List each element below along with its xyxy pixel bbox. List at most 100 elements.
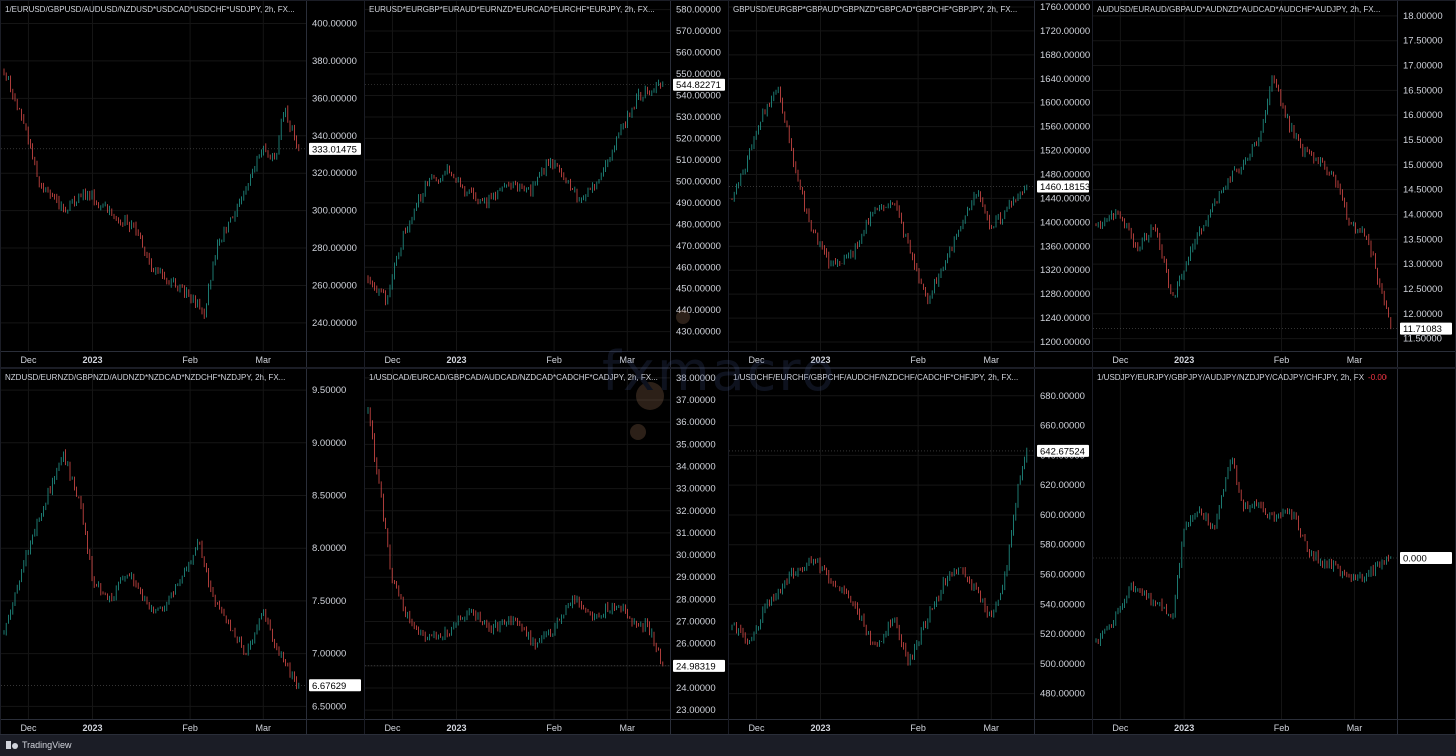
chart-change: -0.000 (−1.37%): [1368, 373, 1387, 382]
y-tick-label: 520.00000: [676, 133, 721, 144]
y-tick-label: 240.00000: [312, 318, 357, 329]
price-label: 6.67629: [312, 681, 346, 692]
y-tick-label: 33.00000: [676, 484, 716, 495]
y-tick-label: 29.00000: [676, 572, 716, 583]
y-tick-label: 7.00000: [312, 649, 346, 660]
y-tick-label: 1520.00000: [1040, 146, 1090, 157]
x-tick-label: Mar: [1347, 723, 1363, 733]
footer: TradingView: [0, 734, 1456, 756]
y-tick-label: 500.00000: [1040, 659, 1085, 670]
y-tick-label: 510.00000: [676, 155, 721, 166]
y-tick-label: 400.00000: [312, 18, 357, 29]
y-tick-label: 450.00000: [676, 284, 721, 295]
x-tick-label: 2023: [1174, 723, 1194, 733]
y-tick-label: 23.00000: [676, 705, 716, 716]
y-tick-label: 580.00000: [1040, 540, 1085, 551]
chart-panel-8[interactable]: 0.000 Dec 2023 Feb Mar 1/USDJPY/EURJPY/GBPJPY…: [1093, 369, 1455, 735]
price-label: 642.67524: [1040, 446, 1085, 457]
y-tick-label: 320.00000: [312, 168, 357, 179]
chart-panel-6[interactable]: 23.0000024.0000025.0000026.0000027.00000…: [365, 369, 728, 735]
x-tick-label: 2023: [82, 355, 102, 365]
y-tick-label: 28.00000: [676, 594, 716, 605]
y-tick-label: 26.00000: [676, 639, 716, 650]
tradingview-brand: TradingView: [22, 740, 72, 750]
chart-title-text: AUDUSD/EURAUD/GBPAUD*AUDNZD*AUDCAD*AUDCH…: [1097, 5, 1381, 14]
chart-svg: 0.000 Dec 2023 Feb Mar: [1093, 369, 1455, 735]
x-tick-label: Feb: [182, 355, 198, 365]
y-tick-label: 17.50000: [1403, 36, 1443, 47]
y-tick-label: 16.00000: [1403, 110, 1443, 121]
tradingview-logo[interactable]: TradingView: [6, 740, 72, 750]
chart-title: AUDUSD/EURAUD/GBPAUD*AUDNZD*AUDCAD*AUDCH…: [1097, 5, 1380, 14]
y-tick-label: 8.00000: [312, 543, 346, 554]
x-tick-label: Feb: [1274, 355, 1290, 365]
chart-panel-1[interactable]: 240.00000 260.00000 280.00000 300.00000 320.…: [1, 1, 364, 367]
y-tick-label: 660.00000: [1040, 421, 1085, 432]
y-tick-label: 6.50000: [312, 701, 346, 712]
chart-svg: 11.50000 12.00000 12.50000 13.00000 13.50000…: [1093, 1, 1455, 367]
chart-title-text: 1/USDJPY/EURJPY/GBPJPY/AUDJPY/NZDJPY/CAD…: [1097, 373, 1365, 382]
y-tick-label: 15.00000: [1403, 160, 1443, 171]
y-tick-label: 1480.00000: [1040, 170, 1090, 181]
chart-title-text: 1/USDCAD/EURCAD/GBPCAD/AUDCAD/NZDCAD*CAD…: [369, 373, 658, 382]
chart-title-text: EURUSD*EURGBP*EURAUD*EURNZD*EURCAD*EURCH…: [369, 5, 655, 14]
price-label: 333.01475: [312, 144, 357, 155]
y-tick-label: 1640.00000: [1040, 74, 1090, 85]
chart-title-text: 1/EURUSD/GBPUSD/AUDUSD/NZDUSD*USDCAD*USD…: [5, 5, 295, 14]
y-tick-label: 490.00000: [676, 198, 721, 209]
chart-title: 1/EURUSD/GBPUSD/AUDUSD/NZDUSD*USDCAD*USD…: [5, 5, 295, 14]
y-tick-label: 31.00000: [676, 528, 716, 539]
chart-svg: 1200.00000 1240.00000 1280.00000 1320.00000…: [729, 1, 1092, 367]
y-tick-label: 470.00000: [676, 241, 721, 252]
chart-title: 1/USDCAD/EURCAD/GBPCAD/AUDCAD/NZDCAD*CAD…: [369, 373, 658, 382]
x-tick-label: 2023: [82, 723, 102, 733]
y-tick-label: 34.00000: [676, 461, 716, 472]
chart-panel-4[interactable]: 11.50000 12.00000 12.50000 13.00000 13.50000…: [1093, 1, 1455, 367]
y-tick-label: 13.00000: [1403, 259, 1443, 270]
x-tick-label: Feb: [1274, 723, 1290, 733]
y-tick-label: 380.00000: [312, 56, 357, 67]
tradingview-logo-icon: [6, 741, 18, 749]
x-tick-label: Dec: [384, 355, 401, 365]
x-tick-label: 2023: [810, 355, 830, 365]
chart-title: EURUSD*EURGBP*EURAUD*EURNZD*EURCAD*EURCH…: [369, 5, 655, 14]
chart-title-text: 1/USDCHF/EURCHF/GBPCHF/AUDCHF/NZDCHF/CAD…: [733, 373, 1019, 382]
y-tick-label: 17.00000: [1403, 61, 1443, 72]
y-tick-label: 1360.00000: [1040, 241, 1090, 252]
chart-panel-5[interactable]: 6.50000 7.00000 7.50000 8.00000 8.50000 9.000…: [1, 369, 364, 735]
chart-title: NZDUSD/EURNZD/GBPNZD/AUDNZD*NZDCAD*NZDCH…: [5, 373, 285, 382]
y-tick-label: 500.00000: [676, 176, 721, 187]
y-tick-label: 560.00000: [1040, 570, 1085, 581]
price-label: 1460.18153: [1040, 182, 1090, 193]
y-tick-label: 1440.00000: [1040, 193, 1090, 204]
x-tick-label: Dec: [20, 355, 37, 365]
chart-panel-7[interactable]: 480.00000 500.00000 520.00000 540.00000 560.…: [729, 369, 1092, 735]
y-tick-label: 1720.00000: [1040, 26, 1090, 37]
x-tick-label: Mar: [620, 355, 636, 365]
chart-svg: 480.00000 500.00000 520.00000 540.00000 560.…: [729, 369, 1092, 735]
y-tick-label: 14.50000: [1403, 185, 1443, 196]
y-tick-label: 480.00000: [1040, 689, 1085, 700]
y-tick-label: 13.50000: [1403, 234, 1443, 245]
price-label: 11.71083: [1403, 324, 1442, 335]
x-tick-label: Dec: [20, 723, 37, 733]
chart-panel-3[interactable]: 1200.00000 1240.00000 1280.00000 1320.00000…: [729, 1, 1092, 367]
y-tick-label: 540.00000: [676, 90, 721, 101]
x-tick-label: Feb: [910, 723, 926, 733]
chart-panel-2[interactable]: 430.00000 440.00000 450.00000 460.00000 470.…: [365, 1, 728, 367]
chart-grid: 240.00000 260.00000 280.00000 300.00000 320.…: [0, 0, 1456, 735]
chart-svg: 23.0000024.0000025.0000026.0000027.00000…: [365, 369, 728, 735]
y-tick-label: 16.50000: [1403, 85, 1443, 96]
y-tick-label: 280.00000: [312, 243, 357, 254]
x-tick-label: Dec: [748, 723, 765, 733]
y-tick-label: 550.00000: [676, 69, 721, 80]
y-tick-label: 12.50000: [1403, 284, 1443, 295]
y-tick-label: 30.00000: [676, 550, 716, 561]
chart-title-text: NZDUSD/EURNZD/GBPNZD/AUDNZD*NZDCAD*NZDCH…: [5, 373, 286, 382]
x-tick-label: Feb: [546, 355, 562, 365]
y-tick-label: 460.00000: [676, 262, 721, 273]
y-tick-label: 12.00000: [1403, 309, 1443, 320]
y-tick-label: 300.00000: [312, 206, 357, 217]
y-tick-label: 35.00000: [676, 439, 716, 450]
y-tick-label: 38.00000: [676, 373, 716, 384]
